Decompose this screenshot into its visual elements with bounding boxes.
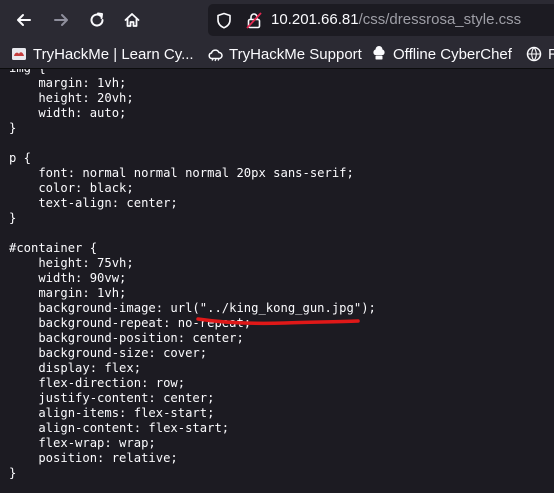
browser-toolbar: 10.201.66.81/css/dressrosa_style.css — [0, 0, 554, 40]
chef-hat-icon — [373, 46, 385, 60]
url-text[interactable]: 10.201.66.81/css/dressrosa_style.css — [271, 11, 521, 28]
bookmark-favicon — [526, 46, 542, 62]
bookmark-label: Offline CyberChef — [393, 45, 512, 63]
home-button[interactable] — [118, 6, 146, 34]
bookmark-offline-cyberchef[interactable]: Offline CyberChef — [371, 45, 512, 63]
reload-icon — [90, 12, 104, 27]
bookmark-label: TryHackMe Support — [229, 45, 362, 63]
bookmark-tryhackme[interactable]: TryHackMe | Learn Cy... — [11, 45, 194, 63]
bookmark-overflow[interactable]: R — [526, 45, 554, 63]
address-bar[interactable]: 10.201.66.81/css/dressrosa_style.css — [208, 4, 554, 36]
bookmark-label: TryHackMe | Learn Cy... — [33, 45, 194, 63]
cloud-icon — [208, 49, 223, 62]
url-path: /css/dressrosa_style.css — [358, 11, 522, 28]
forward-arrow-icon — [54, 14, 68, 26]
bookmark-label: R — [548, 46, 554, 63]
home-icon — [124, 13, 140, 27]
css-source-view: img { margin: 1vh; height: 20vh; width: … — [0, 69, 554, 493]
underline-stroke — [196, 317, 360, 326]
reload-button[interactable] — [83, 6, 111, 34]
back-button[interactable] — [10, 6, 38, 34]
back-arrow-icon — [17, 14, 31, 26]
tryhackme-favicon — [12, 48, 26, 60]
bookmark-tryhackme-support[interactable]: TryHackMe Support — [207, 45, 362, 63]
bookmarks-bar: TryHackMe | Learn Cy... TryHackMe Suppor… — [0, 40, 554, 69]
url-host: 10.201.66.81 — [271, 11, 359, 28]
forward-button[interactable] — [47, 6, 75, 34]
shield-icon[interactable] — [216, 12, 232, 29]
red-underline-annotation — [196, 317, 360, 326]
lock-icon[interactable] — [246, 12, 262, 29]
